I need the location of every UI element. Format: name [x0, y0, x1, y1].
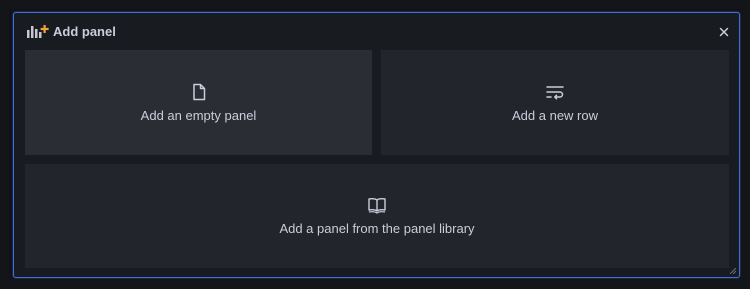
panel-header: Add panel: [14, 13, 739, 49]
resize-handle-icon[interactable]: [730, 268, 736, 274]
add-new-row-label: Add a new row: [512, 107, 598, 123]
add-from-library-button[interactable]: Add a panel from the panel library: [25, 164, 729, 268]
book-open-icon: [368, 198, 386, 214]
add-from-library-label: Add a panel from the panel library: [279, 221, 475, 236]
panel-title: Add panel: [53, 24, 116, 39]
file-icon: [192, 83, 205, 100]
add-panel-icon: [27, 25, 49, 38]
row-wrap-icon: [546, 85, 564, 99]
close-icon[interactable]: [717, 25, 731, 39]
add-empty-panel-label: Add an empty panel: [140, 107, 257, 123]
add-panel-widget: Add panel Add an empty panel Add a new r…: [13, 12, 740, 278]
add-new-row-button[interactable]: Add a new row: [381, 50, 729, 155]
background-left: [0, 0, 9, 289]
background-top: [0, 0, 750, 9]
background-bottom: [0, 279, 750, 289]
background-right: [741, 0, 750, 289]
add-empty-panel-button[interactable]: Add an empty panel: [25, 50, 372, 155]
